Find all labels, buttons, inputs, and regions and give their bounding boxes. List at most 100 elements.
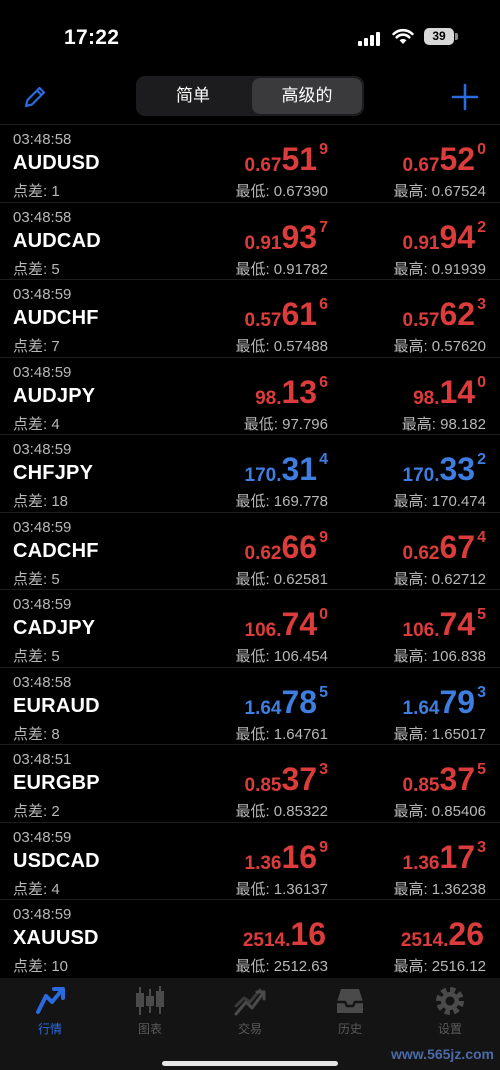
quote-time: 03:48:59 — [13, 906, 72, 923]
quote-row[interactable]: 03:48:58 EURAUD 点差: 8 1.64 78 5 1.64 79 3 最低: 1.6… — [0, 666, 500, 745]
quote-time: 03:48:58 — [13, 131, 72, 148]
tab-trade[interactable]: 交易 — [200, 984, 300, 1044]
watermark-text: www.565jz.com — [391, 1046, 494, 1062]
quote-spread: 点差: 5 — [13, 570, 60, 588]
daily-high: 最高: 0.91939 — [393, 260, 486, 278]
edit-pencil-icon[interactable] — [20, 82, 50, 112]
ask-price: 0.62 67 4 — [402, 528, 486, 565]
daily-low: 最低: 0.62581 — [235, 570, 328, 588]
bid-price: 0.91 93 7 — [244, 218, 328, 255]
segment-advanced[interactable]: 高级的 — [252, 78, 362, 114]
quote-spread: 点差: 8 — [13, 725, 60, 743]
quote-row[interactable]: 03:48:51 EURGBP 点差: 2 0.85 37 3 0.85 37 5 最低: 0.8… — [0, 744, 500, 822]
battery-icon: 39 — [424, 28, 458, 45]
quote-row[interactable]: 03:48:59 AUDJPY 点差: 4 98. 13 6 98. 14 0 最低: 97.79… — [0, 356, 500, 435]
bid-price: 0.85 37 3 — [244, 761, 328, 797]
candlestick-icon — [136, 986, 164, 1015]
home-indicator — [162, 1061, 338, 1066]
bid-price: 1.36 16 9 — [244, 838, 328, 875]
daily-high: 最高: 0.57620 — [393, 338, 486, 355]
quote-spread: 点差: 4 — [13, 415, 60, 433]
quote-row[interactable]: 03:48:59 AUDCHF 点差: 7 0.57 61 6 0.57 62 3 最低: 0.5… — [0, 279, 500, 357]
quote-spread: 点差: 1 — [13, 183, 60, 200]
tab-settings[interactable]: 设置 — [400, 984, 500, 1044]
quote-time: 03:48:59 — [13, 441, 72, 458]
daily-low: 最低: 106.454 — [235, 648, 328, 665]
daily-high: 最高: 98.182 — [401, 415, 486, 433]
ask-price: 98. 14 0 — [413, 373, 486, 410]
cellular-signal-icon — [358, 30, 384, 46]
ask-price: 106. 74 5 — [402, 606, 486, 642]
quote-time: 03:48:59 — [13, 286, 72, 303]
quote-row[interactable]: 03:48:59 CADCHF 点差: 5 0.62 66 9 0.62 67 4 最低: 0.6… — [0, 511, 500, 590]
quote-row[interactable]: 03:48:58 AUDCAD 点差: 5 0.91 93 7 0.91 94 2 最低: 0.9… — [0, 201, 500, 280]
daily-low: 最低: 169.778 — [235, 493, 328, 510]
daily-high: 最高: 0.85406 — [393, 803, 486, 820]
bid-price: 98. 13 6 — [255, 373, 328, 410]
quotes-list: 03:48:58 AUDUSD 点差: 1 0.67 51 9 0.67 52 0 最低: 0.6… — [0, 124, 500, 977]
ask-price: 2514. 26 — [400, 916, 484, 952]
status-time: 17:22 — [64, 26, 120, 49]
tab-label: 交易 — [237, 1022, 262, 1036]
quote-row[interactable]: 03:48:59 CHFJPY 点差: 18 170. 31 4 170. 33 2 最低: 16… — [0, 434, 500, 512]
history-icon — [337, 989, 363, 1013]
daily-low: 最低: 2512.63 — [235, 958, 328, 975]
quote-time: 03:48:51 — [13, 751, 72, 768]
bid-price: 170. 31 4 — [244, 451, 328, 487]
quote-spread: 点差: 2 — [13, 803, 60, 820]
quotes-icon — [36, 987, 65, 1014]
view-mode-segmented-control: 简单 高级的 — [136, 76, 364, 116]
daily-low: 最低: 1.64761 — [235, 725, 328, 743]
quote-symbol: CHFJPY — [13, 462, 94, 484]
daily-high: 最高: 1.65017 — [393, 725, 486, 743]
bid-price: 2514. 16 — [242, 916, 326, 952]
ask-price: 0.57 62 3 — [402, 296, 486, 332]
quote-spread: 点差: 5 — [13, 648, 60, 665]
quote-row[interactable]: 03:48:59 USDCAD 点差: 4 1.36 16 9 1.36 17 3 最低: 1.3… — [0, 821, 500, 900]
quote-spread: 点差: 18 — [13, 493, 69, 510]
quote-symbol: CADJPY — [13, 617, 96, 639]
quote-time: 03:48:58 — [13, 208, 72, 226]
tab-label: 设置 — [437, 1022, 462, 1036]
quote-row[interactable]: 03:48:59 CADJPY 点差: 5 106. 74 0 106. 74 5 最低: 106… — [0, 589, 500, 667]
bid-price: 0.57 61 6 — [244, 296, 328, 332]
daily-low: 最低: 97.796 — [243, 415, 328, 433]
daily-high: 最高: 1.36238 — [393, 880, 486, 898]
quote-time: 03:48:58 — [13, 673, 72, 691]
quote-symbol: XAUUSD — [13, 927, 99, 949]
tab-label: 图表 — [137, 1022, 162, 1036]
daily-high: 最高: 106.838 — [393, 648, 486, 665]
daily-high: 最高: 0.62712 — [393, 570, 486, 588]
quote-symbol: CADCHF — [13, 539, 99, 562]
quote-row[interactable]: 03:48:58 AUDUSD 点差: 1 0.67 51 9 0.67 52 0 最低: 0.6… — [0, 124, 500, 202]
bid-price: 0.62 66 9 — [244, 528, 328, 565]
segment-simple[interactable]: 简单 — [138, 78, 248, 114]
quote-symbol: AUDJPY — [13, 384, 96, 407]
quote-symbol: AUDUSD — [13, 152, 100, 174]
tab-label: 历史 — [337, 1022, 362, 1036]
quote-spread: 点差: 10 — [13, 958, 69, 975]
quote-symbol: EURGBP — [13, 772, 100, 794]
ask-price: 1.64 79 3 — [402, 683, 486, 720]
daily-low: 最低: 0.57488 — [235, 338, 328, 355]
add-symbol-plus-icon[interactable] — [448, 80, 482, 114]
quote-spread: 点差: 7 — [13, 338, 60, 355]
tab-label: 行情 — [37, 1022, 62, 1036]
bid-price: 0.67 51 9 — [244, 141, 328, 177]
tab-history[interactable]: 历史 — [300, 984, 400, 1044]
daily-high: 最高: 170.474 — [393, 493, 486, 510]
quote-row[interactable]: 03:48:59 XAUUSD 点差: 10 2514. 16 2514. 26 最低: 25… — [0, 899, 500, 977]
quote-symbol: AUDCHF — [13, 307, 99, 329]
quote-time: 03:48:59 — [13, 518, 72, 536]
ask-price: 0.85 37 5 — [402, 761, 486, 797]
quote-spread: 点差: 5 — [13, 260, 60, 278]
quote-spread: 点差: 4 — [13, 880, 60, 898]
ask-price: 0.91 94 2 — [402, 218, 486, 255]
trade-icon — [234, 988, 266, 1016]
tab-charts[interactable]: 图表 — [100, 984, 200, 1044]
tab-quotes[interactable]: 行情 — [0, 984, 100, 1044]
ask-price: 170. 33 2 — [402, 451, 486, 487]
daily-low: 最低: 1.36137 — [235, 880, 328, 898]
quote-symbol: EURAUD — [13, 694, 100, 717]
daily-low: 最低: 0.67390 — [235, 183, 328, 200]
